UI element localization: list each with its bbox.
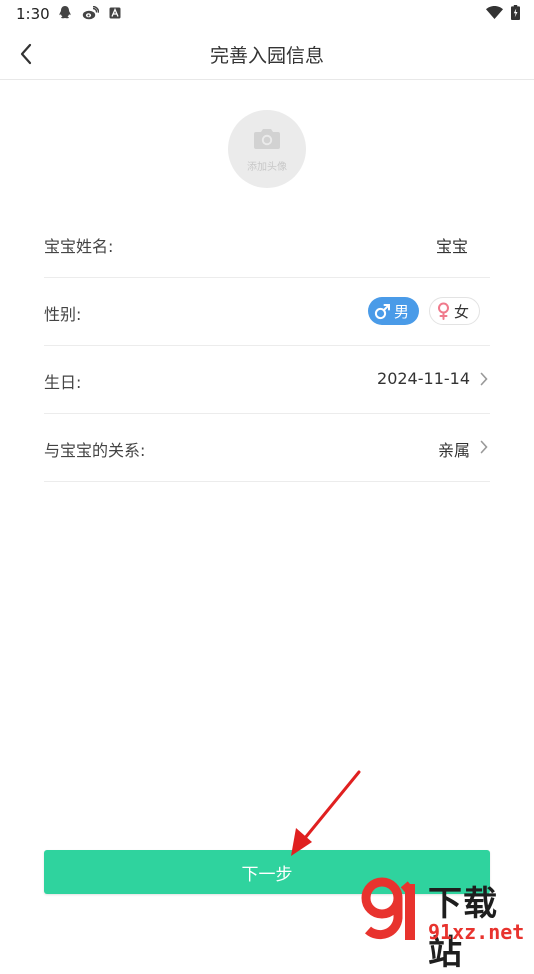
- birthday-value[interactable]: 2024-11-14: [377, 369, 470, 388]
- watermark-text-bottom: 91xz.net: [428, 920, 525, 944]
- gender-label: 性别:: [44, 305, 82, 324]
- next-step-label: 下一步: [241, 864, 293, 885]
- name-label: 宝宝姓名:: [44, 237, 114, 256]
- female-symbol-icon: [438, 302, 449, 320]
- chevron-right-icon: [480, 372, 488, 386]
- add-avatar-button[interactable]: 添加头像: [228, 110, 306, 188]
- battery-icon: [511, 5, 520, 20]
- status-icons-left: [58, 5, 121, 20]
- gender-row: 性别: 男 女: [44, 278, 490, 346]
- relation-value[interactable]: 亲属: [438, 437, 470, 461]
- info-form: 宝宝姓名: 宝宝 性别: 男 女 生日: 2024-11-14 与宝宝的关系: …: [44, 210, 490, 482]
- relation-row[interactable]: 与宝宝的关系: 亲属: [44, 414, 490, 482]
- wifi-icon: [486, 6, 503, 19]
- status-bar: 1:30: [0, 0, 534, 28]
- header: 完善入园信息: [0, 28, 534, 80]
- name-value[interactable]: 宝宝: [436, 233, 468, 257]
- avatar-label: 添加头像: [247, 162, 287, 173]
- status-icons-right: [486, 5, 520, 20]
- gender-selector: 男 女: [368, 297, 480, 325]
- chevron-right-icon: [480, 440, 488, 454]
- gender-female-button[interactable]: 女: [429, 297, 480, 325]
- birthday-label: 生日:: [44, 373, 82, 392]
- status-time: 1:30: [16, 5, 50, 23]
- gender-female-label: 女: [454, 302, 470, 321]
- relation-label: 与宝宝的关系:: [44, 441, 146, 460]
- name-row[interactable]: 宝宝姓名: 宝宝: [44, 210, 490, 278]
- watermark-logo: 下载站 91xz.net: [360, 872, 530, 973]
- gender-male-label: 男: [394, 302, 410, 321]
- birthday-row[interactable]: 生日: 2024-11-14: [44, 346, 490, 414]
- app-a-icon: [109, 7, 121, 18]
- camera-icon: [254, 129, 280, 149]
- gender-male-button[interactable]: 男: [368, 297, 419, 325]
- page-title: 完善入园信息: [209, 45, 324, 67]
- qq-icon: [59, 6, 71, 19]
- male-symbol-icon: [374, 303, 390, 319]
- weibo-icon: [82, 5, 99, 19]
- watermark-91-icon: [361, 877, 415, 940]
